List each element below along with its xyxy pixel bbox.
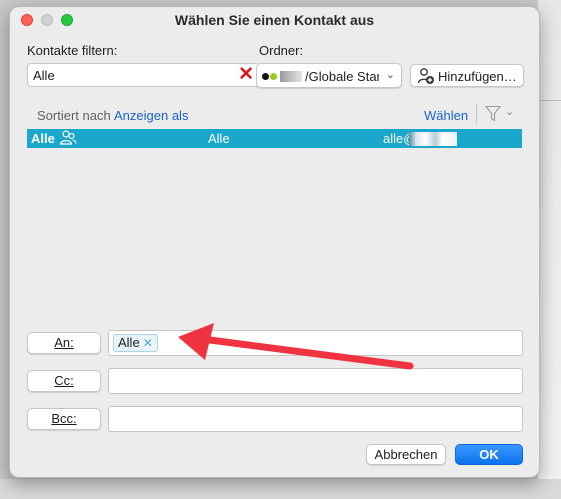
dialog-title: Wählen Sie einen Kontakt aus	[174, 12, 375, 28]
filter-chevron-down-icon[interactable]: ⌄	[505, 105, 514, 118]
group-contact-icon	[59, 130, 77, 145]
contact-list: Sortiert nach Anzeigen als Wählen ⌄ Alle…	[27, 102, 522, 319]
filter-input[interactable]: Alle ✕	[27, 63, 260, 87]
background-window-divider	[537, 100, 561, 101]
add-person-icon	[417, 68, 434, 84]
titlebar: Wählen Sie einen Kontakt aus	[10, 7, 539, 35]
cc-button[interactable]: Cc:	[27, 370, 101, 392]
folder-select[interactable]: /Globale Star ⌄	[256, 63, 402, 88]
cancel-button-label: Abbrechen	[374, 447, 438, 462]
add-contact-button[interactable]: Hinzufügen…	[410, 64, 524, 87]
account-color-dot-icon	[270, 73, 277, 80]
clear-filter-icon[interactable]: ✕	[238, 65, 254, 85]
bcc-field[interactable]	[108, 406, 523, 432]
cancel-button[interactable]: Abbrechen	[366, 444, 446, 465]
ok-button-label: OK	[479, 447, 499, 462]
folder-select-value: /Globale Star	[305, 69, 379, 84]
cc-field[interactable]	[108, 368, 523, 394]
sort-bar: Sortiert nach Anzeigen als Wählen ⌄	[27, 102, 522, 128]
to-field[interactable]: Alle ✕	[108, 330, 523, 356]
recipient-token[interactable]: Alle ✕	[113, 334, 158, 352]
ok-button[interactable]: OK	[455, 444, 523, 465]
cc-button-label: Cc:	[54, 373, 74, 388]
add-contact-label: Hinzufügen…	[438, 69, 517, 84]
sort-label: Sortiert nach	[37, 108, 111, 123]
chevron-down-icon: ⌄	[385, 69, 395, 81]
choose-link[interactable]: Wählen	[424, 108, 468, 123]
redacted-email-segment	[409, 132, 457, 146]
contact-row[interactable]: Alle Alle alle@	[27, 129, 522, 148]
remove-token-icon[interactable]: ✕	[143, 336, 153, 350]
filter-value: Alle	[33, 68, 55, 83]
contact-row-display: Alle	[208, 131, 230, 146]
bcc-button-label: Bcc:	[51, 411, 77, 426]
contact-picker-dialog: Wählen Sie einen Kontakt aus Kontakte fi…	[9, 6, 540, 478]
recipient-token-label: Alle	[118, 335, 140, 350]
presence-dot-icon	[262, 73, 269, 80]
bcc-button[interactable]: Bcc:	[27, 408, 101, 430]
background-window-edge	[537, 0, 561, 499]
toolbar-divider	[476, 104, 477, 124]
to-button[interactable]: An:	[27, 332, 101, 354]
to-button-label: An:	[54, 335, 74, 350]
background-window-bottom	[0, 479, 561, 499]
view-as-link[interactable]: Anzeigen als	[114, 108, 188, 123]
filter-label: Kontakte filtern:	[27, 43, 118, 58]
folder-label: Ordner:	[259, 43, 304, 58]
funnel-filter-icon[interactable]	[485, 105, 501, 122]
redacted-folder-segment	[280, 71, 302, 82]
contact-row-name: Alle	[31, 131, 55, 146]
